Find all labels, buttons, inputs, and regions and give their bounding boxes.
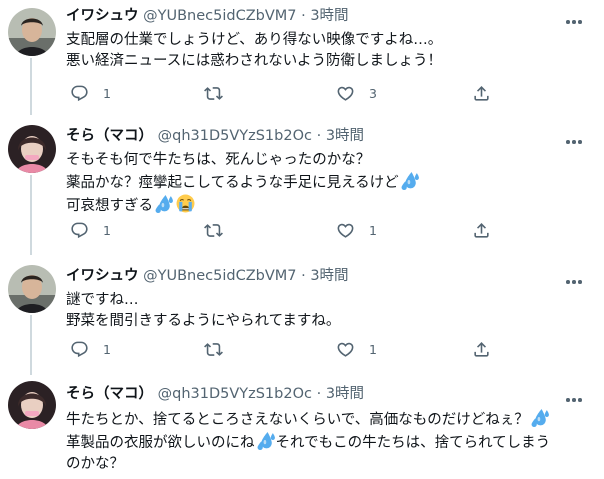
separator-dot: ·	[301, 268, 306, 284]
share-button[interactable]	[472, 339, 491, 359]
reply-count: 1	[103, 222, 111, 238]
reply-button[interactable]: 1	[70, 83, 111, 103]
tweet-text-line: 支配層の仕業でしょうけど、あり得ない映像ですよね…。	[66, 32, 443, 48]
retweet-button[interactable]	[204, 220, 237, 240]
tweet-text: 牛たちとか、捨てるところさえないくらいで、高価なものだけどねぇ？ 革製品の衣服が…	[66, 408, 586, 475]
reply-count: 1	[103, 341, 111, 357]
tweet-text-line: 悪い経済ニュースには惑わされないよう防衛しましょう！	[66, 53, 442, 69]
display-name[interactable]: イワシュウ	[66, 8, 139, 24]
tweet-text: 謎ですね… 野菜を間引きするようにやられてますね。	[66, 290, 586, 332]
like-count: 3	[369, 85, 377, 101]
retweet-button[interactable]	[204, 83, 237, 103]
like-button[interactable]: 1	[336, 220, 377, 240]
display-name[interactable]: そら（マコ）	[66, 128, 153, 144]
separator-dot: ·	[301, 8, 306, 24]
thread-line	[30, 315, 32, 375]
tweet-text-fragment: 薬品かな？痙攣起こしてるような手足に見えるけど	[66, 175, 399, 191]
tweet-text-line: 革製品の衣服が欲しいのにね それでもこの牛たちは、捨てられてしまう	[66, 431, 586, 454]
avatar[interactable]	[8, 265, 56, 313]
like-button[interactable]: 1	[336, 339, 377, 359]
reply-icon	[70, 340, 89, 359]
thread-line	[30, 175, 32, 255]
timestamp[interactable]: 3時間	[326, 128, 364, 144]
tweet-text-line: のかな？	[66, 456, 124, 472]
tweet-header: イワシュウ @YUBnec5idCZbVM7 · 3時間	[66, 265, 349, 287]
tweet[interactable]: そら（マコ） @qh31D5VYzS1b2Oc · 3時間 牛たちとか、捨てると…	[0, 378, 604, 479]
sweat-droplets-emoji	[401, 171, 420, 190]
tweet[interactable]: イワシュウ @YUBnec5idCZbVM7 · 3時間 支配層の仕業でしょうけ…	[0, 0, 604, 115]
heart-icon	[336, 221, 355, 240]
avatar[interactable]	[8, 8, 56, 56]
tweet-text-line: 牛たちとか、捨てるところさえないくらいで、高価なものだけどねぇ？	[66, 408, 586, 431]
reply-icon	[70, 221, 89, 240]
tweet-text-fragment: 革製品の衣服が欲しいのにね	[66, 435, 255, 451]
like-count: 1	[369, 341, 377, 357]
heart-icon	[336, 340, 355, 359]
reply-count: 1	[103, 85, 111, 101]
user-handle[interactable]: @YUBnec5idCZbVM7	[143, 8, 296, 24]
reply-button[interactable]: 1	[70, 220, 111, 240]
more-icon[interactable]	[566, 129, 586, 144]
tweet-text-line: 野菜を間引きするようにやられてますね。	[66, 313, 341, 329]
share-icon	[472, 221, 491, 240]
timestamp[interactable]: 3時間	[326, 386, 364, 402]
share-icon	[472, 84, 491, 103]
tweet-text-line: 薬品かな？痙攣起こしてるような手足に見えるけど	[66, 171, 586, 194]
retweet-button[interactable]	[204, 339, 237, 359]
tweet-text: 支配層の仕業でしょうけど、あり得ない映像ですよね…。 悪い経済ニュースには惑わさ…	[66, 30, 586, 72]
retweet-icon	[204, 84, 223, 103]
sweat-droplets-emoji	[531, 408, 550, 427]
sweat-droplets-emoji	[155, 194, 174, 213]
avatar[interactable]	[8, 125, 56, 173]
tweet-actions: 1 1	[66, 339, 506, 359]
share-button[interactable]	[472, 220, 491, 240]
user-handle[interactable]: @qh31D5VYzS1b2Oc	[158, 128, 312, 144]
crying-face-emoji	[176, 194, 195, 213]
tweet-header: そら（マコ） @qh31D5VYzS1b2Oc · 3時間	[66, 383, 364, 405]
separator-dot: ·	[316, 128, 322, 144]
tweet-text: そもそも何で牛たちは、死んじゃったのかな？ 薬品かな？痙攣起こしてるような手足に…	[66, 150, 586, 217]
tweet-text-fragment: それでもこの牛たちは、捨てられてしまう	[275, 435, 551, 451]
tweet-text-fragment: 可哀想すぎる	[66, 198, 153, 214]
user-handle[interactable]: @qh31D5VYzS1b2Oc	[158, 386, 312, 402]
tweet-actions: 1 3	[66, 83, 506, 103]
tweet-header: イワシュウ @YUBnec5idCZbVM7 · 3時間	[66, 5, 349, 27]
more-icon[interactable]	[566, 387, 586, 402]
tweet-actions: 1 1	[66, 220, 506, 240]
share-icon	[472, 340, 491, 359]
tweet-text-line: 可哀想すぎる	[66, 194, 586, 217]
thread-line	[30, 58, 32, 115]
timestamp[interactable]: 3時間	[310, 8, 348, 24]
tweet-text-line: そもそも何で牛たちは、死んじゃったのかな？	[66, 152, 371, 168]
tweet-text-fragment: 牛たちとか、捨てるところさえないくらいで、高価なものだけどねぇ？	[66, 412, 529, 428]
more-icon[interactable]	[566, 9, 586, 24]
like-button[interactable]: 3	[336, 83, 377, 103]
tweet[interactable]: イワシュウ @YUBnec5idCZbVM7 · 3時間 謎ですね… 野菜を間引…	[0, 260, 604, 375]
retweet-icon	[204, 221, 223, 240]
tweet-text-line: 謎ですね…	[66, 292, 139, 308]
like-count: 1	[369, 222, 377, 238]
avatar[interactable]	[8, 381, 56, 429]
separator-dot: ·	[316, 386, 322, 402]
tweet[interactable]: そら（マコ） @qh31D5VYzS1b2Oc · 3時間 そもそも何で牛たちは…	[0, 120, 604, 255]
more-icon[interactable]	[566, 269, 586, 284]
reply-button[interactable]: 1	[70, 339, 111, 359]
heart-icon	[336, 84, 355, 103]
user-handle[interactable]: @YUBnec5idCZbVM7	[143, 268, 296, 284]
display-name[interactable]: そら（マコ）	[66, 386, 153, 402]
retweet-icon	[204, 340, 223, 359]
reply-icon	[70, 84, 89, 103]
tweet-header: そら（マコ） @qh31D5VYzS1b2Oc · 3時間	[66, 125, 364, 147]
share-button[interactable]	[472, 83, 491, 103]
display-name[interactable]: イワシュウ	[66, 268, 139, 284]
timestamp[interactable]: 3時間	[310, 268, 348, 284]
sweat-droplets-emoji	[257, 431, 276, 450]
